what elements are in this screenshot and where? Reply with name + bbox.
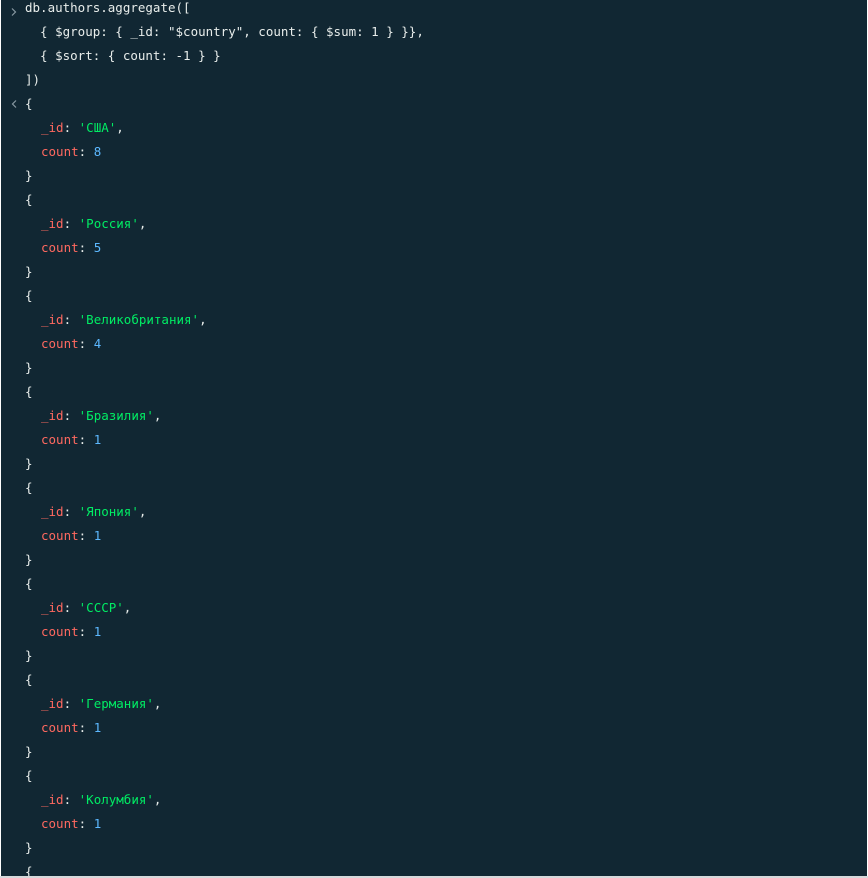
open-brace: { — [25, 96, 33, 111]
command-line: ]) — [25, 72, 41, 87]
open-brace: { — [25, 672, 33, 687]
count-value: 1 — [93, 624, 102, 639]
field-key: count — [41, 816, 79, 831]
count-value: 4 — [93, 336, 102, 351]
count-value: 1 — [93, 816, 102, 831]
count-field: count: 1 — [41, 624, 102, 639]
id-value: 'Бразилия' — [78, 408, 154, 423]
id-value: 'Германия' — [78, 696, 154, 711]
count-field: count: 8 — [41, 144, 102, 159]
count-value: 1 — [93, 528, 102, 543]
field-key: count — [41, 624, 79, 639]
field-key: _id — [41, 504, 64, 519]
open-brace: { — [25, 576, 33, 591]
count-field: count: 1 — [41, 720, 102, 735]
count-field: count: 5 — [41, 240, 102, 255]
id-field: _id: 'Колумбия', — [41, 792, 162, 807]
command-line: db.authors.aggregate([ — [25, 0, 191, 15]
close-brace: } — [25, 552, 33, 567]
field-key: _id — [41, 408, 64, 423]
command-line: { $sort: { count: -1 } } — [25, 48, 221, 63]
chevron-right-icon — [11, 0, 21, 24]
field-key: _id — [41, 312, 64, 327]
field-key: count — [41, 720, 79, 735]
count-field: count: 1 — [41, 816, 102, 831]
id-field: _id: 'Великобритания', — [41, 312, 207, 327]
count-field: count: 1 — [41, 528, 102, 543]
field-key: _id — [41, 600, 64, 615]
close-brace: } — [25, 360, 33, 375]
id-value: 'Великобритания' — [78, 312, 200, 327]
id-value: 'США' — [78, 120, 117, 135]
mongo-shell-output: db.authors.aggregate([ { $group: { _id: … — [1, 0, 867, 876]
open-brace: { — [25, 384, 33, 399]
id-value: 'Колумбия' — [78, 792, 154, 807]
open-brace: { — [25, 192, 33, 207]
chevron-left-icon — [11, 92, 21, 116]
open-brace: { — [25, 288, 33, 303]
id-field: _id: 'Бразилия', — [41, 408, 162, 423]
close-brace: } — [25, 840, 33, 855]
id-field: _id: 'США', — [41, 120, 124, 135]
open-brace: { — [25, 480, 33, 495]
count-value: 5 — [93, 240, 102, 255]
id-field: _id: 'Россия', — [41, 216, 147, 231]
count-value: 8 — [93, 144, 102, 159]
field-key: count — [41, 240, 79, 255]
close-brace: } — [25, 456, 33, 471]
field-key: _id — [41, 696, 64, 711]
command-line: { $group: { _id: "$country", count: { $s… — [25, 24, 424, 39]
field-key: _id — [41, 216, 64, 231]
id-field: _id: 'Германия', — [41, 696, 162, 711]
id-field: _id: 'СССР', — [41, 600, 132, 615]
id-value: 'Япония' — [78, 504, 139, 519]
close-brace: } — [25, 168, 33, 183]
close-brace: } — [25, 264, 33, 279]
field-key: _id — [41, 792, 64, 807]
id-value: 'Россия' — [78, 216, 139, 231]
close-brace: } — [25, 648, 33, 663]
id-field: _id: 'Япония', — [41, 504, 147, 519]
count-value: 1 — [93, 432, 102, 447]
id-value: 'СССР' — [78, 600, 124, 615]
count-field: count: 4 — [41, 336, 102, 351]
field-key: _id — [41, 120, 64, 135]
count-value: 1 — [93, 720, 102, 735]
field-key: count — [41, 336, 79, 351]
open-brace: { — [25, 768, 33, 783]
field-key: count — [41, 144, 79, 159]
field-key: count — [41, 528, 79, 543]
count-field: count: 1 — [41, 432, 102, 447]
open-brace: { — [25, 864, 33, 876]
field-key: count — [41, 432, 79, 447]
close-brace: } — [25, 744, 33, 759]
